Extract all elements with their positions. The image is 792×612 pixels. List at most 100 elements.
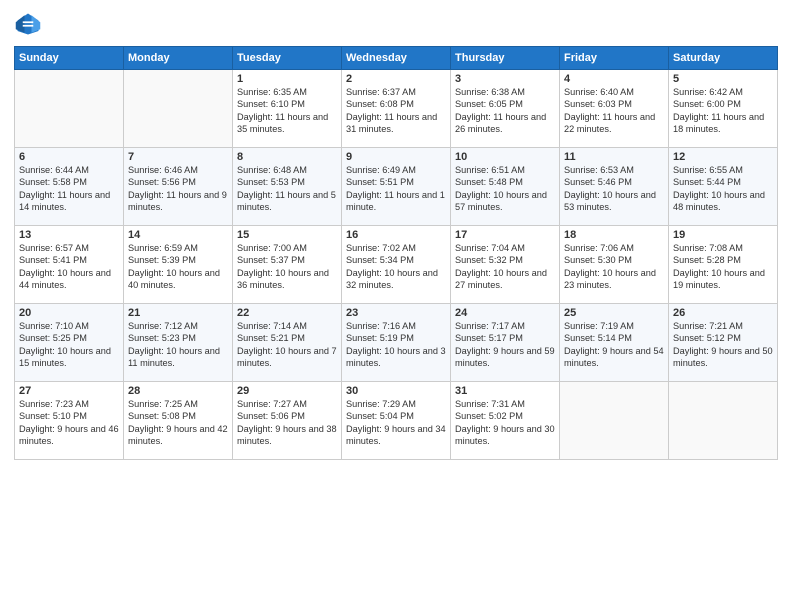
header-cell-friday: Friday <box>560 47 669 70</box>
day-number: 11 <box>564 151 664 163</box>
day-info: Sunrise: 7:27 AM Sunset: 5:06 PM Dayligh… <box>237 398 337 448</box>
day-number: 16 <box>346 229 446 241</box>
day-cell: 6Sunrise: 6:44 AM Sunset: 5:58 PM Daylig… <box>15 148 124 226</box>
day-number: 28 <box>128 385 228 397</box>
day-number: 22 <box>237 307 337 319</box>
week-row-3: 20Sunrise: 7:10 AM Sunset: 5:25 PM Dayli… <box>15 304 778 382</box>
day-cell: 27Sunrise: 7:23 AM Sunset: 5:10 PM Dayli… <box>15 382 124 460</box>
day-info: Sunrise: 7:31 AM Sunset: 5:02 PM Dayligh… <box>455 398 555 448</box>
day-cell: 18Sunrise: 7:06 AM Sunset: 5:30 PM Dayli… <box>560 226 669 304</box>
day-info: Sunrise: 6:53 AM Sunset: 5:46 PM Dayligh… <box>564 164 664 214</box>
day-cell: 2Sunrise: 6:37 AM Sunset: 6:08 PM Daylig… <box>342 70 451 148</box>
day-cell <box>669 382 778 460</box>
day-number: 23 <box>346 307 446 319</box>
day-cell: 8Sunrise: 6:48 AM Sunset: 5:53 PM Daylig… <box>233 148 342 226</box>
day-cell: 1Sunrise: 6:35 AM Sunset: 6:10 PM Daylig… <box>233 70 342 148</box>
day-info: Sunrise: 7:12 AM Sunset: 5:23 PM Dayligh… <box>128 320 228 370</box>
day-info: Sunrise: 7:00 AM Sunset: 5:37 PM Dayligh… <box>237 242 337 292</box>
day-cell: 14Sunrise: 6:59 AM Sunset: 5:39 PM Dayli… <box>124 226 233 304</box>
day-number: 6 <box>19 151 119 163</box>
header-cell-monday: Monday <box>124 47 233 70</box>
calendar-table: SundayMondayTuesdayWednesdayThursdayFrid… <box>14 46 778 460</box>
day-number: 4 <box>564 73 664 85</box>
day-number: 31 <box>455 385 555 397</box>
day-info: Sunrise: 7:21 AM Sunset: 5:12 PM Dayligh… <box>673 320 773 370</box>
day-cell: 20Sunrise: 7:10 AM Sunset: 5:25 PM Dayli… <box>15 304 124 382</box>
day-info: Sunrise: 7:02 AM Sunset: 5:34 PM Dayligh… <box>346 242 446 292</box>
day-info: Sunrise: 7:16 AM Sunset: 5:19 PM Dayligh… <box>346 320 446 370</box>
day-cell: 19Sunrise: 7:08 AM Sunset: 5:28 PM Dayli… <box>669 226 778 304</box>
day-number: 21 <box>128 307 228 319</box>
day-info: Sunrise: 7:29 AM Sunset: 5:04 PM Dayligh… <box>346 398 446 448</box>
day-cell: 9Sunrise: 6:49 AM Sunset: 5:51 PM Daylig… <box>342 148 451 226</box>
day-cell: 31Sunrise: 7:31 AM Sunset: 5:02 PM Dayli… <box>451 382 560 460</box>
day-info: Sunrise: 6:42 AM Sunset: 6:00 PM Dayligh… <box>673 86 773 136</box>
day-info: Sunrise: 6:59 AM Sunset: 5:39 PM Dayligh… <box>128 242 228 292</box>
day-info: Sunrise: 6:48 AM Sunset: 5:53 PM Dayligh… <box>237 164 337 214</box>
day-number: 8 <box>237 151 337 163</box>
day-cell: 26Sunrise: 7:21 AM Sunset: 5:12 PM Dayli… <box>669 304 778 382</box>
day-number: 25 <box>564 307 664 319</box>
day-cell: 10Sunrise: 6:51 AM Sunset: 5:48 PM Dayli… <box>451 148 560 226</box>
day-cell <box>560 382 669 460</box>
day-cell: 5Sunrise: 6:42 AM Sunset: 6:00 PM Daylig… <box>669 70 778 148</box>
day-cell: 17Sunrise: 7:04 AM Sunset: 5:32 PM Dayli… <box>451 226 560 304</box>
day-number: 9 <box>346 151 446 163</box>
day-cell: 29Sunrise: 7:27 AM Sunset: 5:06 PM Dayli… <box>233 382 342 460</box>
header <box>14 10 778 38</box>
day-number: 19 <box>673 229 773 241</box>
day-number: 13 <box>19 229 119 241</box>
day-number: 20 <box>19 307 119 319</box>
day-number: 27 <box>19 385 119 397</box>
day-cell: 22Sunrise: 7:14 AM Sunset: 5:21 PM Dayli… <box>233 304 342 382</box>
day-number: 24 <box>455 307 555 319</box>
day-cell: 24Sunrise: 7:17 AM Sunset: 5:17 PM Dayli… <box>451 304 560 382</box>
day-cell: 23Sunrise: 7:16 AM Sunset: 5:19 PM Dayli… <box>342 304 451 382</box>
day-info: Sunrise: 7:10 AM Sunset: 5:25 PM Dayligh… <box>19 320 119 370</box>
day-info: Sunrise: 7:23 AM Sunset: 5:10 PM Dayligh… <box>19 398 119 448</box>
header-row: SundayMondayTuesdayWednesdayThursdayFrid… <box>15 47 778 70</box>
day-info: Sunrise: 6:55 AM Sunset: 5:44 PM Dayligh… <box>673 164 773 214</box>
header-cell-tuesday: Tuesday <box>233 47 342 70</box>
day-info: Sunrise: 7:08 AM Sunset: 5:28 PM Dayligh… <box>673 242 773 292</box>
day-number: 7 <box>128 151 228 163</box>
day-info: Sunrise: 6:46 AM Sunset: 5:56 PM Dayligh… <box>128 164 228 214</box>
day-number: 14 <box>128 229 228 241</box>
logo <box>14 10 46 38</box>
day-number: 1 <box>237 73 337 85</box>
day-cell: 15Sunrise: 7:00 AM Sunset: 5:37 PM Dayli… <box>233 226 342 304</box>
day-number: 3 <box>455 73 555 85</box>
day-number: 15 <box>237 229 337 241</box>
day-number: 18 <box>564 229 664 241</box>
week-row-2: 13Sunrise: 6:57 AM Sunset: 5:41 PM Dayli… <box>15 226 778 304</box>
day-info: Sunrise: 7:04 AM Sunset: 5:32 PM Dayligh… <box>455 242 555 292</box>
day-cell: 3Sunrise: 6:38 AM Sunset: 6:05 PM Daylig… <box>451 70 560 148</box>
logo-icon <box>14 10 42 38</box>
day-number: 12 <box>673 151 773 163</box>
day-cell: 30Sunrise: 7:29 AM Sunset: 5:04 PM Dayli… <box>342 382 451 460</box>
day-info: Sunrise: 7:25 AM Sunset: 5:08 PM Dayligh… <box>128 398 228 448</box>
day-cell: 12Sunrise: 6:55 AM Sunset: 5:44 PM Dayli… <box>669 148 778 226</box>
day-info: Sunrise: 7:17 AM Sunset: 5:17 PM Dayligh… <box>455 320 555 370</box>
day-cell: 21Sunrise: 7:12 AM Sunset: 5:23 PM Dayli… <box>124 304 233 382</box>
day-info: Sunrise: 7:06 AM Sunset: 5:30 PM Dayligh… <box>564 242 664 292</box>
day-cell <box>124 70 233 148</box>
day-info: Sunrise: 6:37 AM Sunset: 6:08 PM Dayligh… <box>346 86 446 136</box>
day-info: Sunrise: 6:38 AM Sunset: 6:05 PM Dayligh… <box>455 86 555 136</box>
header-cell-saturday: Saturday <box>669 47 778 70</box>
day-info: Sunrise: 6:44 AM Sunset: 5:58 PM Dayligh… <box>19 164 119 214</box>
header-cell-wednesday: Wednesday <box>342 47 451 70</box>
header-cell-thursday: Thursday <box>451 47 560 70</box>
day-number: 17 <box>455 229 555 241</box>
day-cell: 11Sunrise: 6:53 AM Sunset: 5:46 PM Dayli… <box>560 148 669 226</box>
day-info: Sunrise: 6:51 AM Sunset: 5:48 PM Dayligh… <box>455 164 555 214</box>
day-number: 5 <box>673 73 773 85</box>
day-cell: 7Sunrise: 6:46 AM Sunset: 5:56 PM Daylig… <box>124 148 233 226</box>
week-row-4: 27Sunrise: 7:23 AM Sunset: 5:10 PM Dayli… <box>15 382 778 460</box>
day-cell: 28Sunrise: 7:25 AM Sunset: 5:08 PM Dayli… <box>124 382 233 460</box>
day-cell: 16Sunrise: 7:02 AM Sunset: 5:34 PM Dayli… <box>342 226 451 304</box>
day-number: 29 <box>237 385 337 397</box>
day-number: 30 <box>346 385 446 397</box>
day-info: Sunrise: 6:49 AM Sunset: 5:51 PM Dayligh… <box>346 164 446 214</box>
day-info: Sunrise: 7:14 AM Sunset: 5:21 PM Dayligh… <box>237 320 337 370</box>
